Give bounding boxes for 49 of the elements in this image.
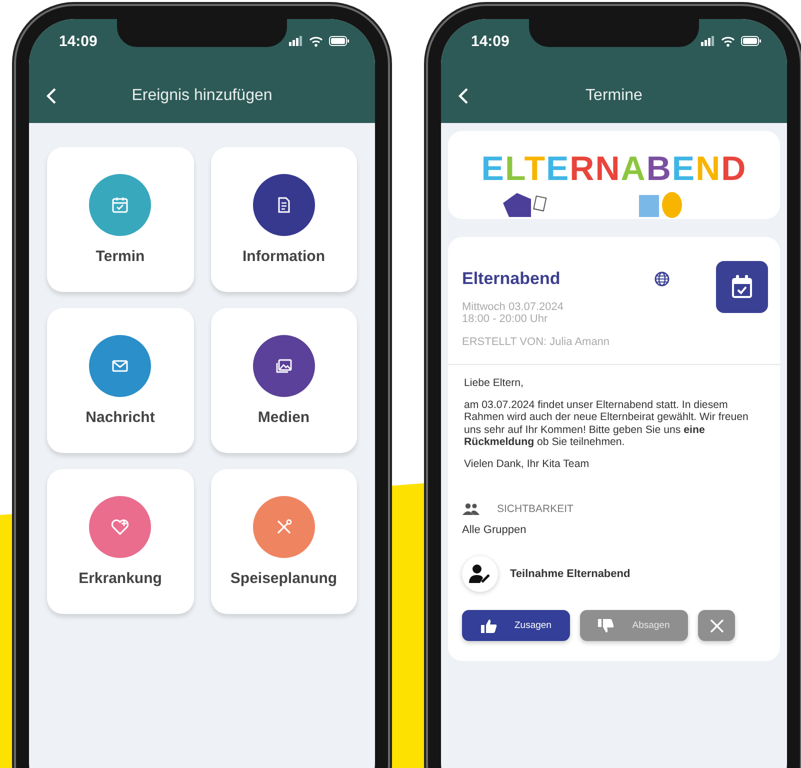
event-time: 18:00 - 20:00 Uhr	[462, 313, 549, 325]
cutlery-icon	[274, 518, 293, 536]
status-time: 14:09	[59, 32, 98, 50]
visibility-label: SICHTBARKEIT	[497, 503, 574, 515]
accept-button[interactable]: Zusagen	[462, 610, 570, 641]
event-author: ERSTELLT VON: Julia Amann	[462, 336, 611, 348]
event-type-tile[interactable]: Information	[210, 147, 357, 292]
visibility-value: Alle Gruppen	[461, 523, 528, 536]
screen-title: Ereignis hinzufügen	[132, 87, 272, 105]
screen-title: Termine	[586, 87, 642, 105]
tile-label: Termin	[96, 248, 145, 265]
wifi-icon	[721, 36, 735, 46]
message-paragraph: Vielen Dank, Ihr Kita Team	[464, 458, 590, 470]
event-type-tile[interactable]: Erkrankung	[47, 469, 194, 614]
event-type-tile[interactable]: Medien	[210, 308, 357, 453]
close-button[interactable]	[698, 610, 735, 641]
thumbs-down-icon	[598, 618, 614, 632]
signal-icon	[289, 36, 303, 46]
tile-label: Medien	[258, 409, 310, 426]
event-type-tile[interactable]: Termin	[47, 147, 194, 292]
tile-label: Erkrankung	[78, 570, 162, 587]
battery-icon	[329, 36, 349, 46]
person-edit-icon	[469, 564, 491, 584]
back-icon[interactable]	[45, 87, 57, 105]
thumbs-up-icon	[480, 618, 496, 632]
battery-icon	[741, 36, 761, 46]
signal-icon	[701, 36, 715, 46]
event-type-tile[interactable]: Nachricht	[47, 308, 194, 453]
calendar-check-icon	[730, 274, 754, 300]
tile-label: Speiseplanung	[230, 570, 338, 587]
message-paragraph: am 03.07.2024 findet unser Elternabend statt. In diesem Rahmen wird auch der neue Elternbeirat gewählt. Wir freuen uns sehr auf Ihr Kommen! Bitte geben Sie uns eine Rückmeldung ob Sie teilnehmen.	[464, 398, 750, 448]
people-icon	[462, 503, 480, 515]
images-icon	[274, 357, 293, 375]
tile-label: Nachricht	[86, 409, 155, 426]
participation-title: Teilnahme Elternabend	[510, 568, 630, 580]
status-time: 14:09	[471, 32, 510, 50]
heart-icon	[110, 518, 130, 536]
globe-icon	[654, 271, 670, 287]
tile-label: Information	[242, 248, 325, 265]
message-paragraph: Liebe Eltern,	[464, 377, 524, 390]
close-icon	[708, 618, 724, 634]
event-title: Elternabend	[462, 269, 560, 289]
calendar-button[interactable]	[716, 261, 768, 313]
calendar-icon	[111, 196, 130, 214]
banner-title: ELTERNABEND	[481, 149, 747, 189]
event-type-tile[interactable]: Speiseplanung	[210, 469, 357, 614]
back-icon[interactable]	[457, 87, 469, 105]
event-date: Mittwoch 03.07.2024	[462, 301, 565, 313]
wifi-icon	[309, 36, 323, 46]
